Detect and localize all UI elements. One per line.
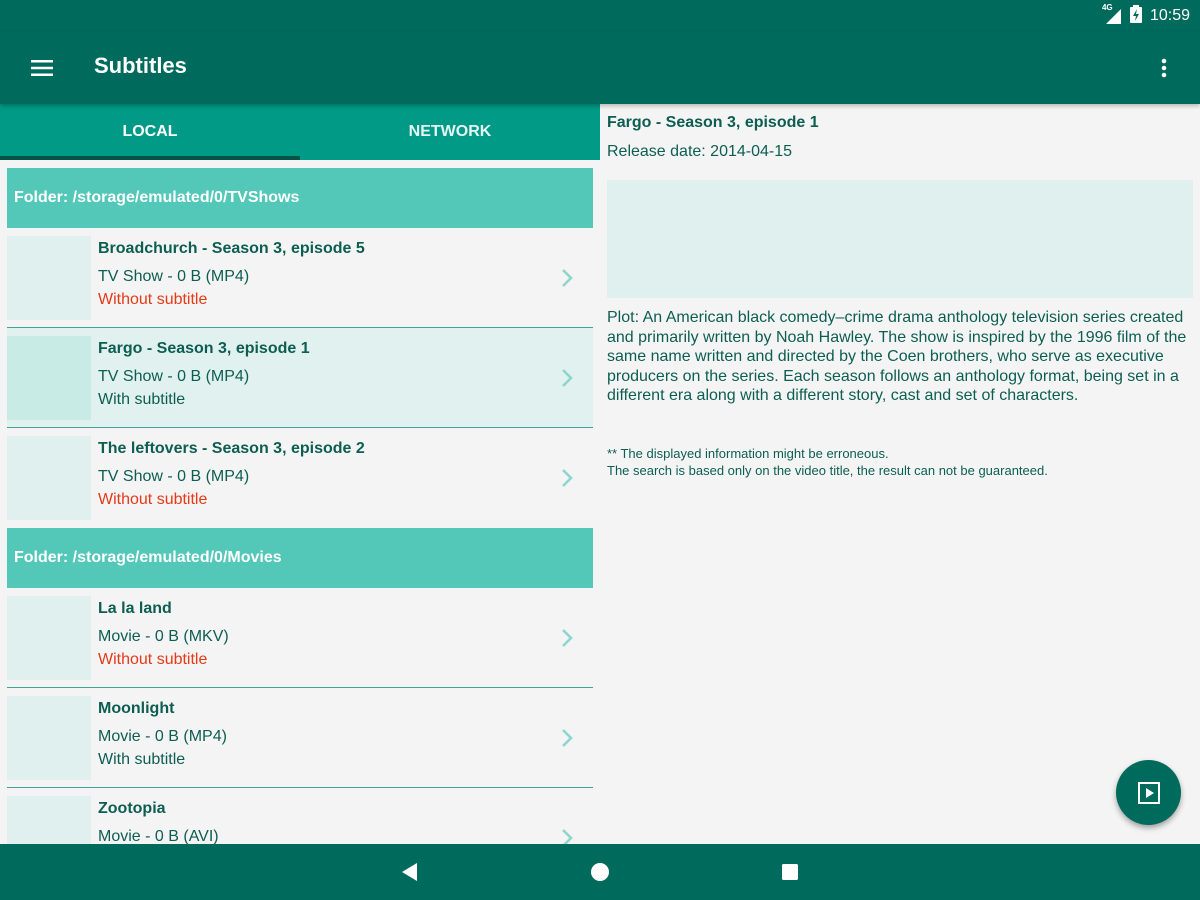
detail-plot: Plot: An American black comedy–crime dra… — [607, 309, 1187, 404]
tab-network[interactable]: NETWORK — [300, 104, 600, 160]
chevron-right-icon — [562, 829, 573, 844]
video-list-panel: LOCAL NETWORK Folder: /storage/emulated/… — [0, 104, 600, 844]
status-bar: 4G 10:59 — [0, 0, 1200, 32]
list-item[interactable]: Moonlight Movie - 0 B (MP4) With subtitl… — [7, 688, 593, 788]
signal-icon: 4G — [1102, 3, 1122, 25]
item-meta: TV Show - 0 B (MP4) — [98, 468, 250, 485]
menu-icon — [31, 60, 53, 76]
more-options-button[interactable] — [1148, 50, 1180, 86]
home-icon — [591, 863, 609, 881]
poster-image — [607, 180, 1193, 298]
disclaimer-line: ** The displayed information might be er… — [607, 446, 889, 461]
item-subtitle-status: With subtitle — [98, 751, 186, 768]
item-meta: TV Show - 0 B (MP4) — [98, 368, 250, 385]
item-subtitle-status: Without subtitle — [98, 491, 208, 508]
folder-header: Folder: /storage/emulated/0/TVShows — [7, 168, 593, 228]
list-item[interactable]: The leftovers - Season 3, episode 2 TV S… — [7, 428, 593, 528]
item-meta: Movie - 0 B (MKV) — [98, 628, 229, 645]
item-title: Fargo - Season 3, episode 1 — [98, 340, 310, 357]
tab-bar: LOCAL NETWORK — [0, 104, 600, 160]
nav-recents-button[interactable] — [772, 854, 808, 890]
back-icon — [402, 863, 417, 881]
item-subtitle-status: Without subtitle — [98, 291, 208, 308]
status-time: 10:59 — [1149, 7, 1190, 24]
item-title: Moonlight — [98, 700, 175, 717]
video-thumbnail — [7, 436, 91, 520]
play-icon — [1137, 781, 1160, 804]
video-list[interactable]: Folder: /storage/emulated/0/TVShows Broa… — [7, 168, 593, 844]
item-title: The leftovers - Season 3, episode 2 — [98, 440, 365, 457]
app-bar: Subtitles — [0, 32, 1200, 104]
chevron-right-icon — [562, 469, 573, 487]
network-type-label: 4G — [1101, 3, 1113, 12]
disclaimer: ** The displayed information might be er… — [607, 445, 1187, 479]
video-thumbnail — [7, 596, 91, 680]
video-thumbnail — [7, 236, 91, 320]
nav-home-button[interactable] — [582, 854, 618, 890]
tab-local[interactable]: LOCAL — [0, 104, 300, 160]
battery-charging-icon — [1129, 4, 1142, 28]
chevron-right-icon — [562, 729, 573, 747]
item-title: La la land — [98, 600, 172, 617]
more-vert-icon — [1161, 58, 1167, 78]
video-thumbnail — [7, 796, 91, 844]
detail-title: Fargo - Season 3, episode 1 — [607, 114, 819, 131]
folder-header: Folder: /storage/emulated/0/Movies — [7, 528, 593, 588]
item-meta: TV Show - 0 B (MP4) — [98, 268, 250, 285]
disclaimer-line: The search is based only on the video ti… — [607, 463, 1048, 478]
item-title: Broadchurch - Season 3, episode 5 — [98, 240, 365, 257]
item-subtitle-status: Without subtitle — [98, 651, 208, 668]
chevron-right-icon — [562, 269, 573, 287]
detail-panel: Fargo - Season 3, episode 1 Release date… — [600, 104, 1200, 844]
video-thumbnail — [7, 696, 91, 780]
system-nav-bar — [0, 844, 1200, 900]
item-meta: Movie - 0 B (AVI) — [98, 828, 219, 844]
nav-back-button[interactable] — [392, 854, 428, 890]
detail-release-date: Release date: 2014-04-15 — [607, 143, 793, 160]
menu-button[interactable] — [24, 50, 60, 86]
video-thumbnail — [7, 336, 91, 420]
list-item[interactable]: Fargo - Season 3, episode 1 TV Show - 0 … — [7, 328, 593, 428]
status-icons: 4G 10:59 — [1102, 3, 1190, 28]
recents-icon — [782, 864, 798, 880]
tab-indicator — [0, 156, 300, 160]
chevron-right-icon — [562, 629, 573, 647]
list-item[interactable]: Broadchurch - Season 3, episode 5 TV Sho… — [7, 228, 593, 328]
item-meta: Movie - 0 B (MP4) — [98, 728, 227, 745]
play-fab-button[interactable] — [1116, 760, 1181, 825]
app-title: Subtitles — [94, 53, 187, 78]
list-item[interactable]: Zootopia Movie - 0 B (AVI) — [7, 788, 593, 844]
list-item[interactable]: La la land Movie - 0 B (MKV) Without sub… — [7, 588, 593, 688]
item-subtitle-status: With subtitle — [98, 391, 186, 408]
chevron-right-icon — [562, 369, 573, 387]
item-title: Zootopia — [98, 800, 166, 817]
